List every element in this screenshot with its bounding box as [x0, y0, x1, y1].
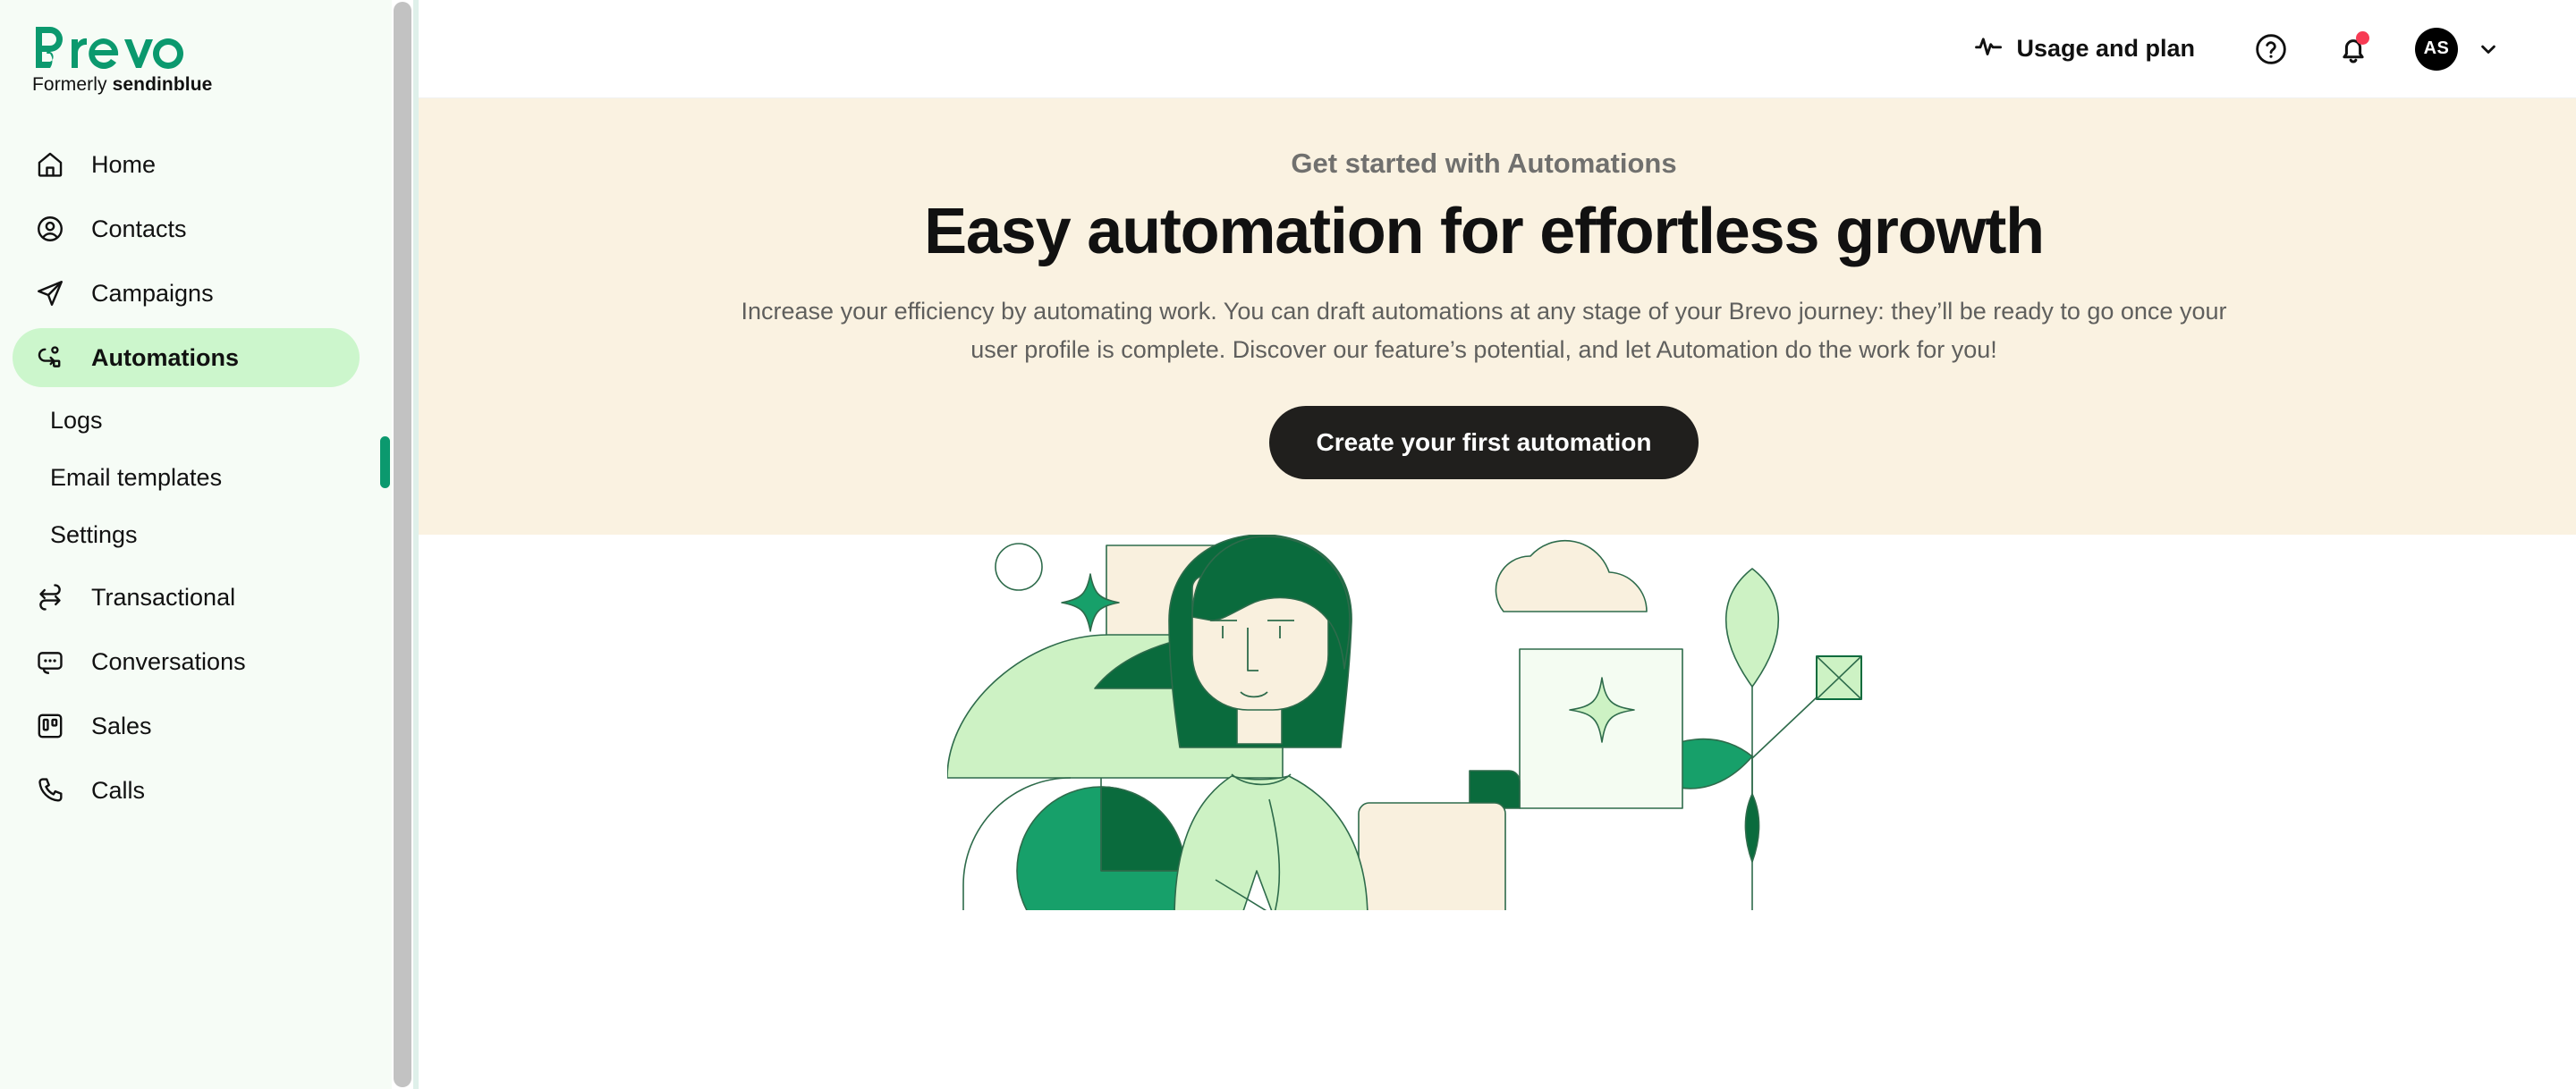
brand-tagline: Formerly sendinblue [32, 74, 392, 96]
page-title: Easy automation for effortless growth [924, 196, 2045, 267]
sidebar-item-label: Automations [91, 343, 239, 371]
active-section-marker [380, 436, 390, 488]
sidebar-item-sales[interactable]: Sales [13, 696, 360, 756]
sidebar-item-automations[interactable]: Automations [13, 328, 360, 387]
sidebar-item-label: Email templates [50, 463, 223, 491]
activity-pulse-icon [1973, 31, 2004, 66]
campaigns-icon [32, 275, 68, 311]
brand-logo[interactable]: Formerly sendinblue [0, 13, 392, 96]
help-circle-icon[interactable] [2250, 29, 2292, 70]
create-first-automation-button[interactable]: Create your first automation [1268, 406, 1699, 480]
sidebar-item-conversations[interactable]: Conversations [13, 632, 360, 691]
home-icon [32, 147, 68, 182]
sidebar-item-transactional[interactable]: Transactional [13, 568, 360, 627]
sidebar-scrollbar-thumb[interactable] [394, 2, 411, 1087]
bell-icon[interactable] [2333, 29, 2374, 70]
sidebar-item-logs[interactable]: Logs [13, 393, 360, 448]
sidebar-item-campaigns[interactable]: Campaigns [13, 264, 360, 323]
hero-description: Increase your efficiency by automating w… [741, 297, 2227, 364]
sidebar-item-label: Transactional [91, 583, 236, 611]
brand-tagline-bold: sendinblue [112, 74, 213, 95]
sidebar-edge-divider [413, 0, 419, 1089]
notification-unread-dot [2356, 30, 2369, 45]
usage-and-plan-label: Usage and plan [2016, 35, 2195, 62]
sidebar-item-label: Home [91, 150, 157, 178]
contacts-icon [32, 211, 68, 247]
sidebar-item-calls[interactable]: Calls [13, 761, 360, 820]
automations-icon [32, 340, 68, 376]
hero-banner: Get started with Automations Easy automa… [392, 98, 2576, 536]
sidebar-item-label: Settings [50, 520, 138, 548]
automation-hero-illustration [392, 535, 2576, 911]
sidebar-item-label: Sales [91, 712, 152, 739]
usage-and-plan-button[interactable]: Usage and plan [1973, 31, 2195, 66]
chevron-down-icon[interactable] [2474, 35, 2503, 63]
sidebar: Formerly sendinblue Home Contacts Campai… [0, 0, 392, 1089]
app-root: Formerly sendinblue Home Contacts Campai… [0, 0, 2576, 1089]
brevo-wordmark-icon [36, 27, 184, 69]
sidebar-item-label: Campaigns [91, 279, 214, 307]
sidebar-item-label: Calls [91, 776, 146, 804]
sidebar-item-label: Logs [50, 406, 103, 434]
transactional-icon [32, 579, 68, 615]
sidebar-item-label: Conversations [91, 647, 246, 675]
sidebar-item-contacts[interactable]: Contacts [13, 199, 360, 258]
conversations-icon [32, 644, 68, 680]
sidebar-item-home[interactable]: Home [13, 135, 360, 194]
brand-tagline-prefix: Formerly [32, 74, 113, 95]
topbar: Usage and plan AS [392, 0, 2576, 98]
avatar[interactable]: AS [2415, 27, 2458, 71]
sidebar-nav: Home Contacts Campaigns Automations Logs… [0, 135, 392, 820]
main-content: Usage and plan AS Get started with Autom… [392, 0, 2576, 1089]
sidebar-item-settings[interactable]: Settings [13, 507, 360, 562]
sidebar-item-email-templates[interactable]: Email templates [13, 450, 360, 505]
hero-eyebrow: Get started with Automations [1291, 148, 1677, 179]
sidebar-item-label: Contacts [91, 215, 187, 242]
sales-icon [32, 708, 68, 744]
illustration-graphic [947, 535, 1862, 911]
calls-icon [32, 772, 68, 808]
